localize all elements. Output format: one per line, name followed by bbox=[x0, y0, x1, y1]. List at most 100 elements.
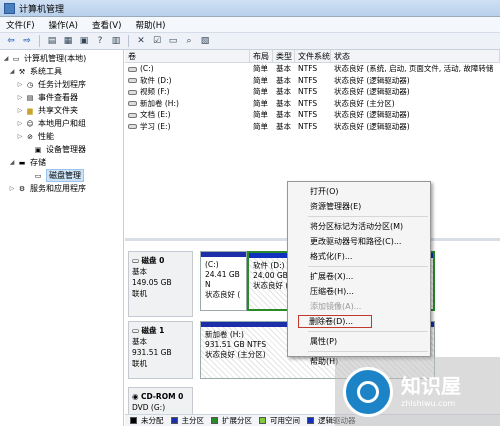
menu-item-extend[interactable]: 扩展卷(X)... bbox=[288, 269, 430, 284]
disk-0-size: 149.05 GB bbox=[132, 278, 172, 287]
toolbar: ⇦ ⇨ ▤ ▦ ▣ ? ▥ ✕ ☑ ▭ ⌕ ▧ bbox=[0, 33, 500, 50]
help-icon[interactable]: ? bbox=[94, 35, 106, 47]
menu-action[interactable]: 操作(A) bbox=[49, 19, 78, 31]
shared-folder-icon: ▆ bbox=[27, 106, 33, 115]
tree-item-task-scheduler[interactable]: ▷ ◷ 任务计划程序 bbox=[0, 78, 123, 91]
disk-1-info[interactable]: ▭ 磁盘 1 基本 931.51 GB 联机 bbox=[128, 321, 193, 379]
menu-item-change-letter[interactable]: 更改驱动器号和路径(C)... bbox=[288, 234, 430, 249]
open-folder-icon[interactable]: ▭ bbox=[167, 35, 179, 47]
menu-item-shrink[interactable]: 压缩卷(H)... bbox=[288, 284, 430, 299]
collapse-icon[interactable]: ◢ bbox=[2, 55, 10, 62]
expand-icon[interactable]: ▷ bbox=[16, 133, 24, 140]
legend-label: 扩展分区 bbox=[222, 416, 252, 425]
volume-name-cell: 学习 (E:) bbox=[125, 121, 250, 133]
table-row[interactable]: 文档 (E:) 简单 基本 NTFS 状态良好 (逻辑驱动器) bbox=[125, 109, 500, 121]
layout-cell: 简单 bbox=[253, 64, 268, 73]
title-bar: 计算机管理 bbox=[0, 0, 500, 17]
collapse-icon[interactable]: ◢ bbox=[8, 68, 16, 75]
properties-icon[interactable]: ▣ bbox=[78, 35, 90, 47]
status-cell: 状态良好 (逻辑驱动器) bbox=[334, 110, 410, 119]
status-cell: 状态良好 (系统, 启动, 页面文件, 活动, 故障转储 bbox=[334, 64, 494, 73]
disk-icon: ▭ bbox=[34, 171, 42, 180]
disk-0-status: 联机 bbox=[132, 289, 147, 298]
type-cell: 基本 bbox=[276, 98, 291, 108]
column-header-layout[interactable]: 布局 bbox=[250, 50, 273, 62]
tree-item-shared-folders[interactable]: ▷ ▆ 共享文件夹 bbox=[0, 104, 123, 117]
watermark-logo-icon bbox=[343, 366, 393, 417]
tree-item-disk-management[interactable]: ▭ 磁盘管理 bbox=[0, 169, 123, 182]
check-icon[interactable]: ☑ bbox=[151, 35, 163, 47]
menu-item-mark-active[interactable]: 将分区标记为活动分区(M) bbox=[288, 219, 430, 234]
collapse-icon[interactable]: ◢ bbox=[8, 159, 16, 166]
table-row[interactable]: (C:) 简单 基本 NTFS 状态良好 (系统, 启动, 页面文件, 活动, 故障转储 bbox=[125, 63, 500, 75]
status-cell: 状态良好 (主分区) bbox=[334, 98, 395, 108]
forward-arrow-icon[interactable]: ⇨ bbox=[21, 35, 33, 47]
table-row[interactable]: 学习 (E:) 简单 基本 NTFS 状态良好 (逻辑驱动器) bbox=[125, 121, 500, 133]
cdrom-0-info[interactable]: ◉ CD-ROM 0 DVD (G:) bbox=[128, 387, 193, 415]
menu-file[interactable]: 文件(F) bbox=[6, 19, 35, 31]
tree-item-local-users[interactable]: ▷ ☺ 本地用户和组 bbox=[0, 117, 123, 130]
tree-item-root[interactable]: ◢ ▭ 计算机管理(本地) bbox=[0, 52, 123, 65]
toolbar-divider bbox=[39, 35, 40, 47]
event-log-icon: ▤ bbox=[26, 93, 34, 102]
tree-item-services-apps[interactable]: ▷ ⚙ 服务和应用程序 bbox=[0, 182, 123, 195]
volume-list-header: 卷 布局 类型 文件系统 状态 bbox=[125, 50, 500, 63]
tree-item-system-tools[interactable]: ◢ ⚒ 系统工具 bbox=[0, 65, 123, 78]
up-folder-icon[interactable]: ▤ bbox=[46, 35, 58, 47]
volume-icon bbox=[128, 89, 137, 95]
console-icon[interactable]: ▥ bbox=[110, 35, 122, 47]
table-row[interactable]: 新加卷 (H:) 简单 基本 NTFS 状态良好 (主分区) bbox=[125, 98, 500, 110]
layout-cell: 简单 bbox=[253, 110, 268, 119]
legend-label: 可用空间 bbox=[270, 416, 300, 425]
menu-item-format[interactable]: 格式化(F)... bbox=[288, 249, 430, 264]
column-header-status[interactable]: 状态 bbox=[331, 50, 500, 62]
expand-icon[interactable]: ▷ bbox=[16, 120, 24, 127]
tree-item-performance[interactable]: ▷ ⊘ 性能 bbox=[0, 130, 123, 143]
volume-name-cell: (C:) bbox=[125, 63, 250, 75]
table-row[interactable]: 视频 (F:) 简单 基本 NTFS 状态良好 (逻辑驱动器) bbox=[125, 86, 500, 98]
volume-icon bbox=[128, 101, 137, 106]
menu-item-delete-volume[interactable]: 删除卷(D)... bbox=[297, 314, 373, 329]
refresh-icon[interactable]: ▧ bbox=[199, 35, 211, 47]
watermark-brand: 知识屋 bbox=[401, 374, 461, 398]
expand-icon[interactable]: ▷ bbox=[8, 185, 16, 192]
menu-item-explorer[interactable]: 资源管理器(E) bbox=[288, 199, 430, 214]
menu-separator bbox=[308, 351, 428, 352]
layout-cell: 简单 bbox=[253, 121, 268, 131]
expand-icon[interactable]: ▷ bbox=[16, 94, 24, 101]
tree-item-event-viewer[interactable]: ▷ ▤ 事件查看器 bbox=[0, 91, 123, 104]
menu-bar: 文件(F) 操作(A) 查看(V) 帮助(H) bbox=[0, 17, 500, 33]
disk-0-info[interactable]: ▭ 磁盘 0 基本 149.05 GB 联机 bbox=[128, 251, 193, 317]
filesystem-cell: NTFS bbox=[298, 98, 318, 108]
layout-cell: 简单 bbox=[253, 98, 268, 108]
menu-item-open[interactable]: 打开(O) bbox=[288, 184, 430, 199]
show-tree-icon[interactable]: ▦ bbox=[62, 35, 74, 47]
table-row[interactable]: 软件 (D:) 简单 基本 NTFS 状态良好 (逻辑驱动器) bbox=[125, 75, 500, 87]
watermark: 知识屋 zhishiwu.com bbox=[335, 357, 500, 426]
delete-icon[interactable]: ✕ bbox=[135, 35, 147, 47]
search-icon[interactable]: ⌕ bbox=[183, 35, 195, 47]
menu-item-properties[interactable]: 属性(P) bbox=[288, 334, 430, 349]
volume-icon bbox=[128, 78, 137, 83]
partition-c-status: 状态良好 ( bbox=[205, 290, 241, 299]
type-cell: 基本 bbox=[276, 121, 291, 131]
column-header-filesystem[interactable]: 文件系统 bbox=[295, 50, 331, 62]
legend-swatch bbox=[130, 417, 137, 424]
back-arrow-icon[interactable]: ⇦ bbox=[5, 35, 17, 47]
menu-help[interactable]: 帮助(H) bbox=[135, 19, 165, 31]
type-cell: 基本 bbox=[276, 64, 291, 73]
toolbar-divider bbox=[128, 35, 129, 47]
partition-c[interactable]: (C:) 24.41 GB N 状态良好 ( bbox=[200, 251, 247, 311]
legend-label: 未分配 bbox=[141, 416, 164, 425]
column-header-volume[interactable]: 卷 bbox=[125, 50, 250, 62]
tree-item-device-manager[interactable]: ▣ 设备管理器 bbox=[0, 143, 123, 156]
expand-icon[interactable]: ▷ bbox=[16, 107, 24, 114]
menu-view[interactable]: 查看(V) bbox=[92, 19, 121, 31]
tree-item-storage[interactable]: ◢ ▬ 存储 bbox=[0, 156, 123, 169]
status-cell: 状态良好 (逻辑驱动器) bbox=[334, 87, 410, 96]
column-header-type[interactable]: 类型 bbox=[273, 50, 295, 62]
filesystem-cell: NTFS bbox=[298, 64, 318, 73]
volume-name-cell: 文档 (E:) bbox=[125, 109, 250, 121]
volume-rows: (C:) 简单 基本 NTFS 状态良好 (系统, 启动, 页面文件, 活动, 故障转储… bbox=[125, 63, 500, 132]
expand-icon[interactable]: ▷ bbox=[16, 81, 24, 88]
